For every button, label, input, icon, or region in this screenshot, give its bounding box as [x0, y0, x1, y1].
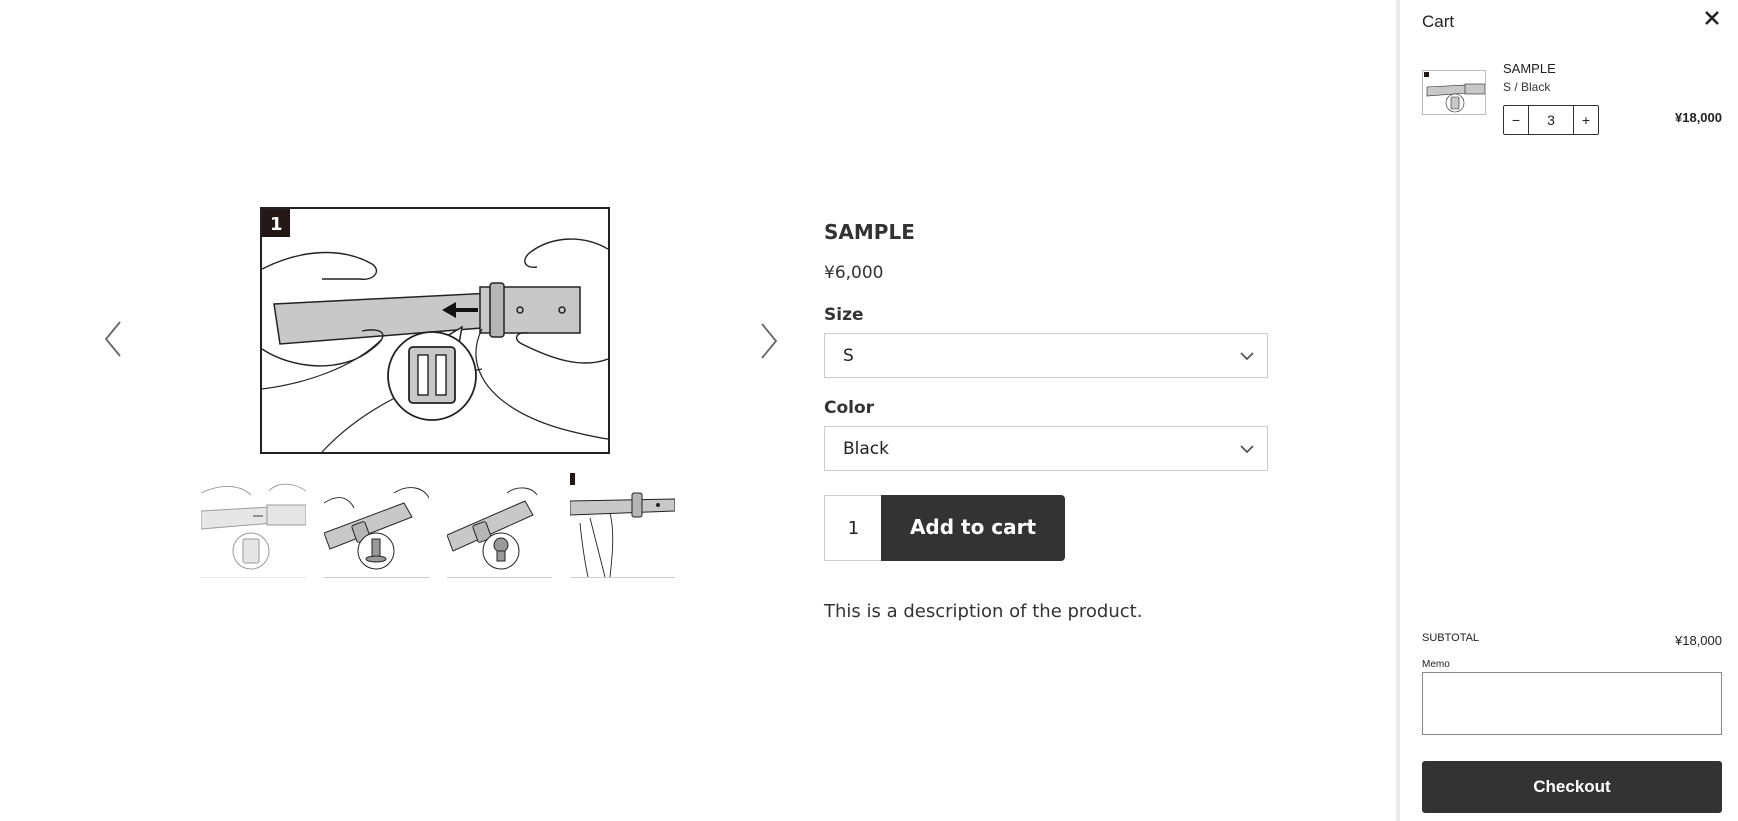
cart-title: Cart [1422, 12, 1455, 31]
cart-drawer: Cart SAMPLE S / Black − 3 + ¥18,000 SUBT… [1396, 0, 1738, 821]
add-to-cart-button[interactable]: Add to cart [881, 495, 1065, 561]
main-product-image: 1 [260, 207, 610, 454]
thumbnail-step-1[interactable] [201, 473, 306, 578]
checkout-label: Checkout [1533, 777, 1611, 796]
chevron-left-icon [104, 321, 121, 357]
subtotal-label: SUBTOTAL [1422, 632, 1480, 644]
cart-item-price: ¥18,000 [1675, 110, 1722, 125]
memo-label: Memo [1422, 659, 1450, 670]
step-number: 1 [270, 214, 283, 235]
thumbnail-step-3[interactable] [447, 473, 552, 578]
checkout-button[interactable]: Checkout [1422, 761, 1722, 813]
color-select[interactable]: Black [824, 426, 1268, 471]
quantity-value: 1 [847, 518, 860, 539]
cart-item-quantity-stepper: − 3 + [1503, 105, 1599, 135]
cart-item-name: SAMPLE [1503, 61, 1556, 76]
cart-item-decrease-button[interactable]: − [1504, 106, 1529, 134]
product-description: This is a description of the product. [824, 601, 1143, 622]
thumbnail-step-4[interactable] [570, 473, 675, 578]
cart-item-image [1422, 70, 1486, 115]
color-label: Color [824, 398, 875, 418]
color-select-value: Black [843, 439, 889, 459]
gallery-prev-button[interactable] [96, 308, 136, 368]
memo-textarea[interactable] [1422, 672, 1722, 735]
cart-item-increase-button[interactable]: + [1573, 106, 1598, 134]
chevron-down-icon [1240, 445, 1254, 454]
close-icon [1705, 11, 1719, 25]
cart-close-button[interactable] [1702, 8, 1722, 34]
cart-item-quantity[interactable]: 3 [1528, 106, 1574, 134]
size-label: Size [824, 305, 864, 325]
chevron-down-icon [1240, 352, 1254, 361]
add-to-cart-label: Add to cart [909, 515, 1037, 539]
size-select[interactable]: S [824, 333, 1268, 378]
quantity-input[interactable]: 1 [824, 495, 882, 561]
subtotal-value: ¥18,000 [1675, 633, 1722, 648]
gallery-next-button[interactable] [748, 310, 788, 370]
product-title: SAMPLE [824, 220, 915, 244]
chevron-right-icon [761, 323, 778, 359]
cart-item-variant: S / Black [1503, 80, 1551, 94]
size-select-value: S [843, 346, 854, 366]
product-price: ¥6,000 [824, 263, 884, 283]
thumbnail-step-2[interactable] [324, 473, 429, 578]
